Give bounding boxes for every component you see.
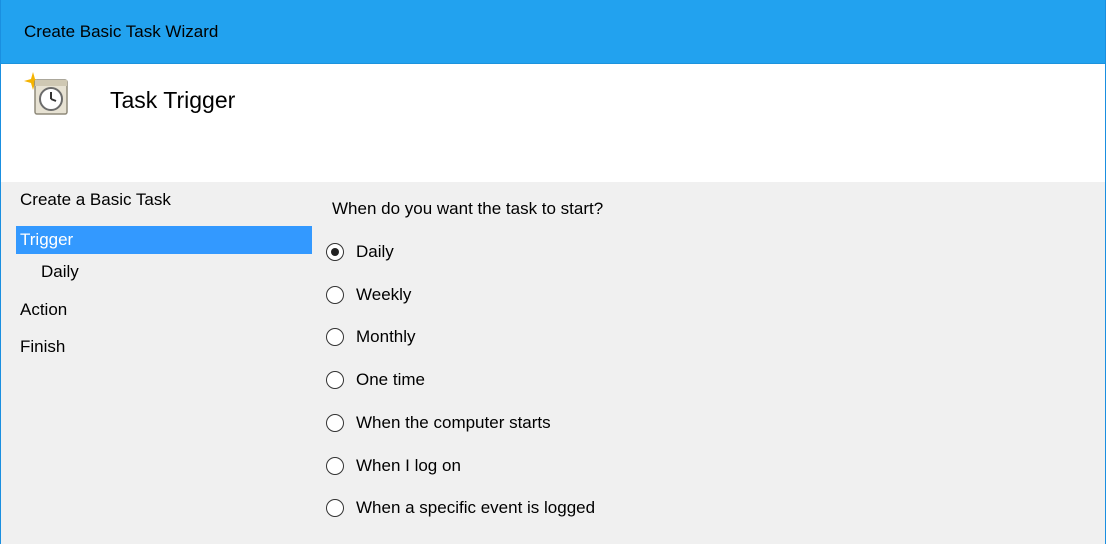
radio-label: One time xyxy=(356,370,425,389)
wizard-header: Task Trigger xyxy=(1,64,1105,182)
clock-task-icon xyxy=(24,72,68,115)
sidebar-item-label: Finish xyxy=(20,337,66,356)
title-bar[interactable]: Create Basic Task Wizard xyxy=(1,0,1105,64)
radio-button[interactable] xyxy=(326,286,344,304)
radio-weekly[interactable]: Weekly xyxy=(326,281,411,309)
sidebar-item-trigger[interactable]: Trigger xyxy=(16,226,312,254)
radio-label: When I log on xyxy=(356,456,461,475)
radio-button[interactable] xyxy=(326,328,344,346)
trigger-question: When do you want the task to start? xyxy=(332,199,604,218)
page-title: Task Trigger xyxy=(110,87,236,113)
sidebar-item-label: Create a Basic Task xyxy=(20,190,171,209)
radio-button[interactable] xyxy=(326,457,344,475)
radio-button[interactable] xyxy=(326,499,344,517)
radio-label: Weekly xyxy=(356,285,412,304)
radio-label: When the computer starts xyxy=(356,413,551,432)
radio-button[interactable] xyxy=(326,414,344,432)
radio-computer-starts[interactable]: When the computer starts xyxy=(326,409,551,437)
radio-daily[interactable]: Daily xyxy=(326,238,394,266)
trigger-panel: When do you want the task to start? Dail… xyxy=(316,182,1105,544)
sidebar-item-daily[interactable]: Daily xyxy=(41,258,281,286)
sidebar-item-label: Trigger xyxy=(20,230,74,249)
radio-one-time[interactable]: One time xyxy=(326,366,425,394)
radio-label: Monthly xyxy=(356,327,416,346)
sidebar-item-finish[interactable]: Finish xyxy=(20,333,280,361)
radio-label: Daily xyxy=(356,242,394,261)
sidebar-item-create-basic-task[interactable]: Create a Basic Task xyxy=(20,186,280,214)
radio-button[interactable] xyxy=(326,371,344,389)
wizard-steps-sidebar: Create a Basic Task Trigger Daily Action… xyxy=(1,182,316,544)
radio-event-logged[interactable]: When a specific event is logged xyxy=(326,494,595,522)
radio-label: When a specific event is logged xyxy=(356,498,596,517)
radio-monthly[interactable]: Monthly xyxy=(326,323,416,351)
sidebar-item-action[interactable]: Action xyxy=(20,296,280,324)
radio-log-on[interactable]: When I log on xyxy=(326,452,461,480)
sidebar-item-label: Action xyxy=(20,300,68,319)
radio-button[interactable] xyxy=(326,243,344,261)
sidebar-item-label: Daily xyxy=(41,262,79,281)
wizard-window: Create Basic Task Wizard Task Trigger Cr… xyxy=(0,0,1106,544)
window-title: Create Basic Task Wizard xyxy=(24,22,219,41)
